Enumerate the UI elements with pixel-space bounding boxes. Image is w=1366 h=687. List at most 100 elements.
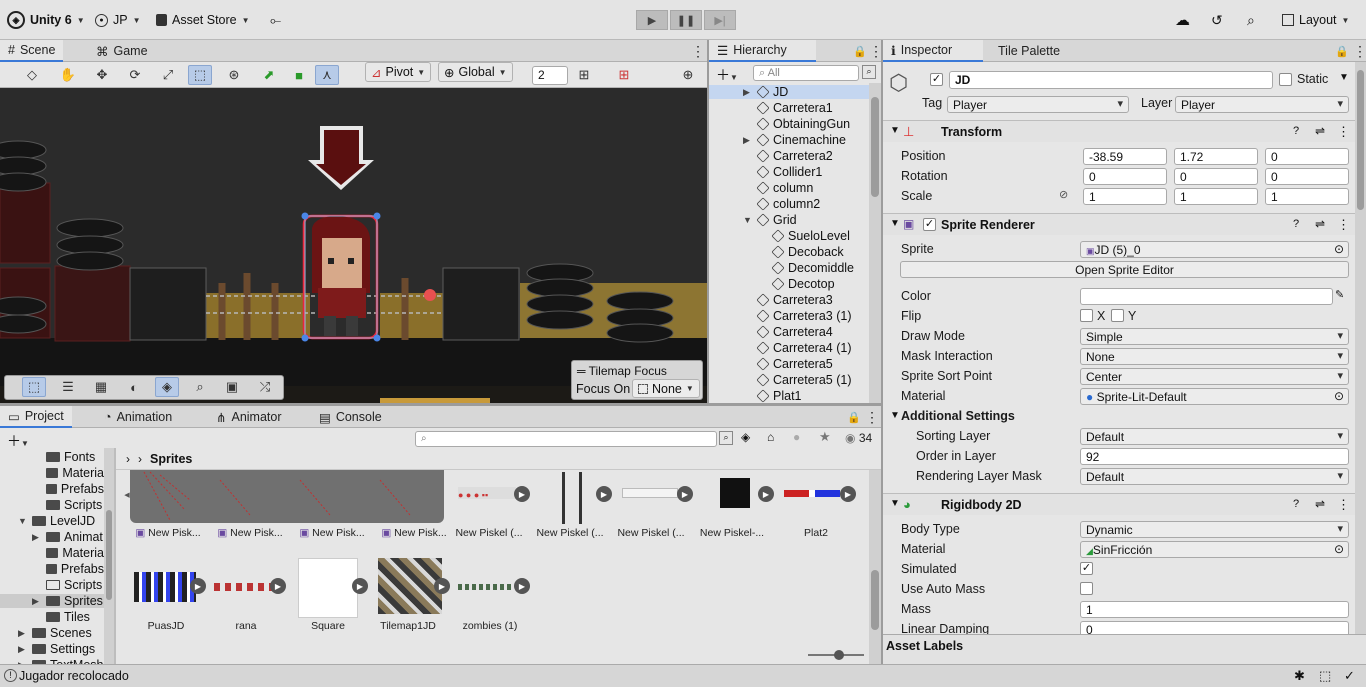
hierarchy-item[interactable]: Decoback [771, 245, 844, 259]
collapse-icon[interactable]: ◀ [122, 487, 132, 503]
zombies-thumb[interactable] [458, 584, 514, 590]
green-square-icon[interactable]: ■ [287, 65, 311, 85]
piskel-thumb-3[interactable] [622, 488, 678, 498]
component-more-icon[interactable]: ⋮ [1337, 124, 1350, 140]
filter-type-icon[interactable]: ◈ [741, 430, 750, 444]
grid-snap-icon[interactable]: ⊞ [572, 65, 596, 85]
use-auto-mass-checkbox[interactable] [1080, 582, 1093, 595]
sort-point-dropdown[interactable]: Center [1080, 368, 1349, 385]
folder-tree-item[interactable]: Scripts [0, 498, 104, 512]
overlay-settings-icon[interactable]: ☰ [56, 377, 80, 397]
expand-icon[interactable]: ▶ [434, 578, 450, 594]
piskel-thumb-4[interactable] [720, 478, 750, 508]
inspector-more-icon[interactable]: ⋮ [1345, 40, 1366, 62]
help-icon[interactable]: ? [1293, 498, 1299, 510]
search-filter-icon[interactable]: ⌕ [719, 431, 733, 445]
history-icon[interactable]: ↺ [1211, 11, 1223, 29]
increment-snap-icon[interactable]: ⊞ [612, 65, 636, 85]
overlay-circle-icon[interactable]: ◐ [122, 377, 146, 397]
rotation-x[interactable]: 0 [1083, 168, 1167, 185]
foldout-closed-icon[interactable]: ▶ [743, 87, 750, 98]
hierarchy-item[interactable]: Carretera2 [756, 149, 833, 163]
link-scale-icon[interactable]: ⊘ [1059, 188, 1068, 201]
tag-dropdown[interactable]: Player [947, 96, 1129, 113]
foldout-closed-icon[interactable]: ▶ [32, 596, 39, 607]
simulated-checkbox[interactable]: ✓ [1080, 562, 1093, 575]
physics-material-field[interactable]: ◢SinFricción ⊙ [1080, 541, 1349, 558]
tab-scene[interactable]: # Scene [0, 40, 64, 62]
plat2-thumb[interactable] [784, 490, 840, 497]
asset-label[interactable]: New Piskel (... [530, 527, 610, 539]
hierarchy-item[interactable]: Carretera4 [756, 325, 833, 339]
expand-icon[interactable]: ▶ [190, 578, 206, 594]
rigidbody2d-header[interactable]: ▼ ◕ Rigidbody 2D ? ⇌ ⋮ [883, 493, 1355, 515]
help-icon[interactable]: ? [1293, 125, 1299, 137]
hierarchy-item[interactable]: column2 [756, 197, 820, 211]
asset-scrollbar[interactable] [869, 470, 881, 664]
sprite-renderer-header[interactable]: ▼ ▣ ✓ Sprite Renderer ? ⇌ ⋮ [883, 213, 1355, 235]
asset-label[interactable]: zombies (1) [450, 620, 530, 632]
asset-store-dropdown[interactable]: Asset Store ▼ [156, 11, 250, 29]
chevron-down-icon[interactable]: ▼ [1339, 72, 1349, 83]
tab-inspector[interactable]: ℹ Inspector [883, 40, 983, 62]
asset-labels-title[interactable]: Asset Labels [886, 639, 963, 653]
layer-dropdown[interactable]: Player [1175, 96, 1349, 113]
foldout-closed-icon[interactable]: ▶ [32, 532, 39, 543]
order-in-layer-input[interactable]: 92 [1080, 448, 1349, 465]
scale-z[interactable]: 1 [1265, 188, 1349, 205]
hierarchy-item[interactable]: column [756, 181, 813, 195]
color-swatch[interactable] [1080, 288, 1333, 305]
scale-y[interactable]: 1 [1174, 188, 1258, 205]
debug-icon[interactable]: ✱ [1294, 668, 1305, 684]
hierarchy-item[interactable]: ▼ Grid [743, 213, 797, 227]
hierarchy-item[interactable]: Carretera1 [756, 101, 833, 115]
overlay-search-icon[interactable]: ⌕ [188, 377, 212, 397]
overlay-camera-icon[interactable]: ▣ [220, 377, 244, 397]
flip-x-checkbox[interactable] [1080, 309, 1093, 322]
foldout-closed-icon[interactable]: ▶ [743, 135, 750, 146]
hidden-count[interactable]: ◉ 34 [845, 431, 872, 445]
search-filter-icon[interactable]: ⌕ [862, 65, 876, 79]
preset-icon[interactable]: ⇌ [1315, 217, 1325, 231]
component-more-icon[interactable]: ⋮ [1337, 497, 1350, 513]
orientation-gizmo-icon[interactable]: ⊕ [676, 65, 700, 85]
hierarchy-item[interactable]: ▶ Cinemachine [743, 133, 846, 147]
cache-icon[interactable]: ⬚ [1319, 668, 1331, 684]
rana-thumb[interactable] [214, 583, 274, 591]
rotation-y[interactable]: 0 [1174, 168, 1258, 185]
asset-label[interactable]: New Piskel-... [692, 527, 772, 539]
piskel-thumb-1[interactable]: ● ● ● ▪▪ [458, 487, 516, 500]
asset-label[interactable]: ▣ New Pisk... [210, 527, 290, 539]
folder-tree-item[interactable]: ▶ Scenes [0, 626, 104, 640]
hierarchy-item[interactable]: Plat1 [756, 389, 802, 403]
hierarchy-item[interactable]: SueloLevel [771, 229, 850, 243]
position-z[interactable]: 0 [1265, 148, 1349, 165]
body-type-dropdown[interactable]: Dynamic [1080, 521, 1349, 538]
preset-icon[interactable]: ⇌ [1315, 124, 1325, 138]
account-dropdown[interactable]: ● JP ▼ [95, 11, 141, 29]
linear-damping-input[interactable]: 0 [1080, 621, 1349, 634]
rotate-tool-icon[interactable]: ⟳ [123, 65, 147, 85]
expand-icon[interactable]: ▶ [758, 486, 774, 502]
cloud-icon[interactable]: ☁ [1175, 11, 1190, 29]
expanded-sprite-strip[interactable] [130, 470, 444, 523]
layout-dropdown[interactable]: Layout ▼ [1282, 11, 1349, 29]
foldout-closed-icon[interactable]: ▶ [18, 644, 25, 655]
scale-tool-icon[interactable]: ⤢ [156, 65, 180, 85]
object-name-input[interactable]: JD [949, 71, 1273, 89]
custom-tool-icon[interactable]: ⬈ [257, 65, 281, 85]
hierarchy-scrollbar[interactable] [869, 83, 881, 403]
folder-tree-item[interactable]: Prefabs [0, 482, 104, 496]
asset-label[interactable]: PuasJD [126, 620, 206, 632]
puasjd-thumb[interactable] [134, 572, 196, 602]
hierarchy-item[interactable]: Carretera4 (1) [756, 341, 852, 355]
tab-console[interactable]: ▤ Console [311, 406, 390, 428]
transform-tool-icon[interactable]: ⊛ [222, 65, 246, 85]
expand-icon[interactable]: ▶ [596, 486, 612, 502]
tab-animation[interactable]: ◔ Animation [96, 406, 180, 428]
asset-label[interactable]: Square [288, 620, 368, 632]
material-object-field[interactable]: ● Sprite-Lit-Default ⊙ [1080, 388, 1349, 405]
favorite-star-icon[interactable]: ★ [819, 429, 831, 445]
3d-cube-icon[interactable]: ◇ [20, 65, 44, 85]
scene-viewport[interactable]: ⬚ ☰ ▦ ◐ ◈ ⌕ ▣ ⤮ ═ Tilemap Focus Focus On… [0, 88, 707, 403]
